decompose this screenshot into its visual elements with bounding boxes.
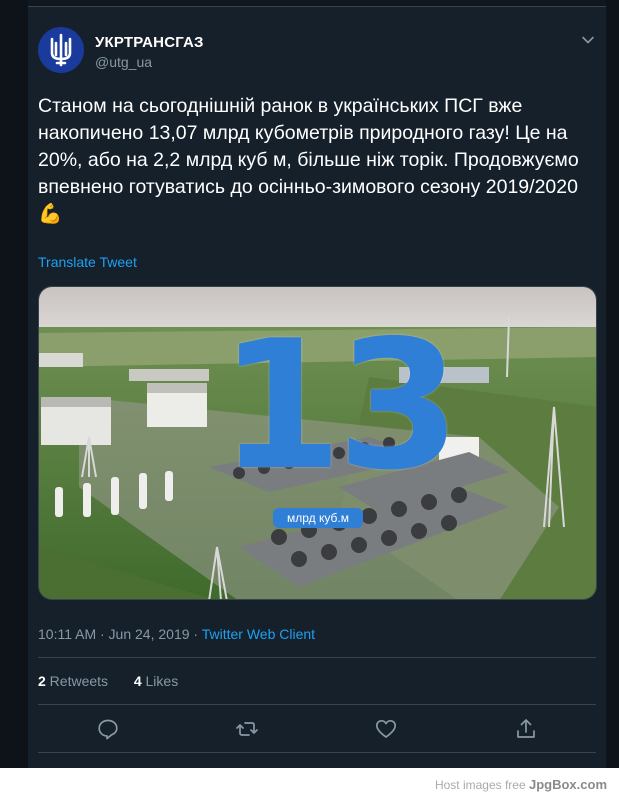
translate-tweet-link[interactable]: Translate Tweet [38,254,137,270]
host-footer: Host images free JpgBox.com [0,768,619,798]
right-gutter [606,0,619,768]
tweet-actions [28,717,606,741]
left-gutter [0,0,28,768]
tweet-text: Станом на сьогоднішній ранок в українськ… [38,95,579,225]
tweet-client-link[interactable]: Twitter Web Client [202,626,315,642]
footer-text[interactable]: Host images free JpgBox.com [435,777,607,792]
divider [38,657,596,658]
account-name[interactable]: УКРТРАНСГАЗ [95,34,204,51]
tweet-card: УКРТРАНСГАЗ @utg_ua Станом на сьогоднішн… [28,6,606,768]
retweet-icon[interactable] [235,717,259,741]
tweet-timestamp[interactable]: 10:11 AM · Jun 24, 2019 · [38,626,202,642]
likes-count: 4 [133,673,142,689]
retweets-count: 2 [38,673,46,689]
likes-label: Likes [141,673,179,689]
tweet-stats: 2 Retweets 4 Likes [38,673,178,689]
account-handle[interactable]: @utg_ua [95,54,152,70]
chevron-down-icon[interactable] [581,33,595,47]
reply-icon[interactable] [96,717,120,741]
retweets-label: Retweets [45,673,109,689]
retweets-stat[interactable]: 2 Retweets [38,673,108,689]
footer-label: Host images free [434,778,529,792]
tweet-image[interactable]: 13 млрд куб.м [38,286,597,600]
image-unit-label: млрд куб.м [273,508,363,528]
trident-logo-icon [50,33,72,67]
footer-brand: JpgBox.com [528,777,607,792]
likes-stat[interactable]: 4 Likes [134,673,178,689]
share-icon[interactable] [514,717,538,741]
tweet-meta: 10:11 AM · Jun 24, 2019 · Twitter Web Cl… [38,626,315,642]
avatar[interactable] [38,27,84,73]
divider [38,752,596,753]
divider [38,704,596,705]
image-big-number: 13 [219,302,461,509]
like-icon[interactable] [374,717,398,741]
